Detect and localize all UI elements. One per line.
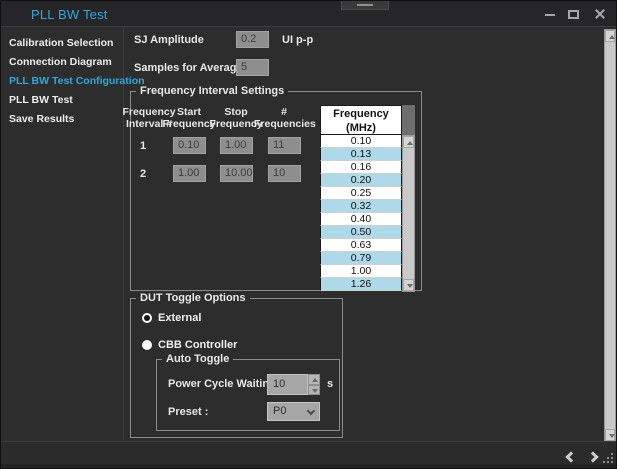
minimize-icon [545, 14, 555, 16]
content-scroll-up-button[interactable] [605, 30, 615, 42]
external-radio[interactable] [142, 313, 152, 323]
chevron-down-icon [307, 407, 315, 415]
auto-toggle-title: Auto Toggle [162, 353, 233, 365]
interval-2-index: 2 [140, 168, 146, 180]
dut-toggle-options-title: DUT Toggle Options [136, 292, 250, 304]
nav-next-button[interactable] [589, 448, 603, 462]
cbb-controller-radio-label[interactable]: CBB Controller [158, 339, 237, 351]
frequency-row[interactable]: 0.16 [320, 161, 402, 174]
sidebar-item-connection-diagram[interactable]: Connection Diagram [9, 56, 112, 72]
sidebar-item-calibration-selection[interactable]: Calibration Selection [9, 37, 113, 53]
spinner-up-button[interactable] [308, 374, 320, 385]
column-header-num-frequencies: # Frequencies [254, 106, 314, 130]
interval-1-count-input[interactable]: 11 [268, 137, 301, 154]
nav-previous-button[interactable] [567, 448, 581, 462]
dut-toggle-options-group: DUT Toggle Options External CBB Controll… [130, 298, 343, 438]
dock-handle-dash-icon [357, 4, 373, 6]
sj-amplitude-label: SJ Amplitude [134, 34, 204, 46]
frequency-row[interactable]: 0.10 [320, 135, 402, 148]
interval-2-count-input[interactable]: 10 [268, 165, 301, 182]
interval-1-start-input[interactable]: 0.10 [173, 137, 206, 154]
table-scrollbar-spacer [402, 105, 415, 135]
interval-1-index: 1 [140, 140, 146, 152]
caret-up-icon [312, 378, 318, 382]
maximize-button[interactable] [565, 6, 583, 22]
frequency-row[interactable]: 0.40 [320, 213, 402, 226]
table-scrollbar[interactable] [402, 135, 415, 292]
sidebar-item-pll-bw-test[interactable]: PLL BW Test [9, 94, 73, 110]
resize-grip-icon[interactable] [603, 453, 614, 464]
chevron-left-icon [565, 451, 576, 462]
close-icon [594, 9, 604, 19]
preset-label: Preset : [168, 406, 208, 418]
chevron-right-icon [587, 451, 598, 462]
sidebar: Calibration Selection Connection Diagram… [1, 28, 124, 440]
external-radio-label[interactable]: External [158, 312, 201, 324]
frequency-row[interactable]: 1.26 [320, 278, 402, 291]
spinner-down-button[interactable] [308, 385, 320, 396]
preset-dropdown-value: P0 [273, 405, 286, 417]
close-button[interactable] [590, 6, 608, 22]
caret-down-icon [407, 284, 413, 288]
caret-up-icon [407, 141, 413, 145]
samples-for-averaging-input[interactable]: 5 [236, 59, 269, 76]
frequency-row[interactable]: 0.63 [320, 239, 402, 252]
content-scrollbar[interactable] [604, 29, 616, 442]
minimize-button[interactable] [541, 6, 559, 22]
titlebar: PLL BW Test [1, 1, 616, 27]
interval-2-stop-input[interactable]: 10.00 [220, 165, 253, 182]
content-scroll-down-button[interactable] [605, 429, 615, 441]
frequency-row[interactable]: 0.50 [320, 226, 402, 239]
frequency-row[interactable]: 0.20 [320, 174, 402, 187]
frequency-row[interactable]: 1.00 [320, 265, 402, 278]
pll-bw-test-window: PLL BW Test Calibration Selection Connec… [0, 0, 617, 469]
bottom-bar [1, 441, 616, 464]
power-cycle-waiting-unit: s [327, 378, 333, 390]
table-scroll-down-button[interactable] [403, 279, 414, 291]
table-scroll-up-button[interactable] [403, 136, 414, 148]
caret-down-icon [312, 389, 318, 393]
caret-down-icon [609, 434, 615, 438]
window-bottom-edge [1, 464, 616, 469]
frequency-row[interactable]: 0.25 [320, 187, 402, 200]
sj-amplitude-input[interactable]: 0.2 [236, 31, 269, 48]
caret-up-icon [609, 35, 615, 39]
auto-toggle-group: Auto Toggle Power Cycle Waiting : 10 s P… [156, 359, 340, 431]
frequency-interval-settings-group: Frequency Interval Settings Frequency In… [130, 91, 422, 291]
interval-1-stop-input[interactable]: 1.00 [220, 137, 253, 154]
cbb-controller-radio[interactable] [142, 340, 152, 350]
sidebar-item-save-results[interactable]: Save Results [9, 113, 74, 129]
frequency-row[interactable]: 0.32 [320, 200, 402, 213]
power-cycle-waiting-spinner [308, 374, 320, 395]
frequency-row[interactable]: 0.79 [320, 252, 402, 265]
dock-handle[interactable] [341, 1, 389, 10]
frequency-table-header: Frequency (MHz) [320, 105, 402, 135]
preset-dropdown[interactable]: P0 [267, 402, 320, 421]
maximize-icon [568, 10, 579, 19]
sj-amplitude-unit: UI p-p [282, 34, 313, 46]
power-cycle-waiting-label: Power Cycle Waiting : [168, 378, 283, 390]
power-cycle-waiting-input[interactable]: 10 [267, 374, 308, 395]
window-title: PLL BW Test [31, 7, 108, 22]
sidebar-item-pll-bw-test-configuration[interactable]: PLL BW Test Configuration [9, 75, 145, 91]
frequency-interval-settings-title: Frequency Interval Settings [136, 85, 288, 97]
interval-2-start-input[interactable]: 1.00 [173, 165, 206, 182]
frequency-row[interactable]: 0.13 [320, 148, 402, 161]
